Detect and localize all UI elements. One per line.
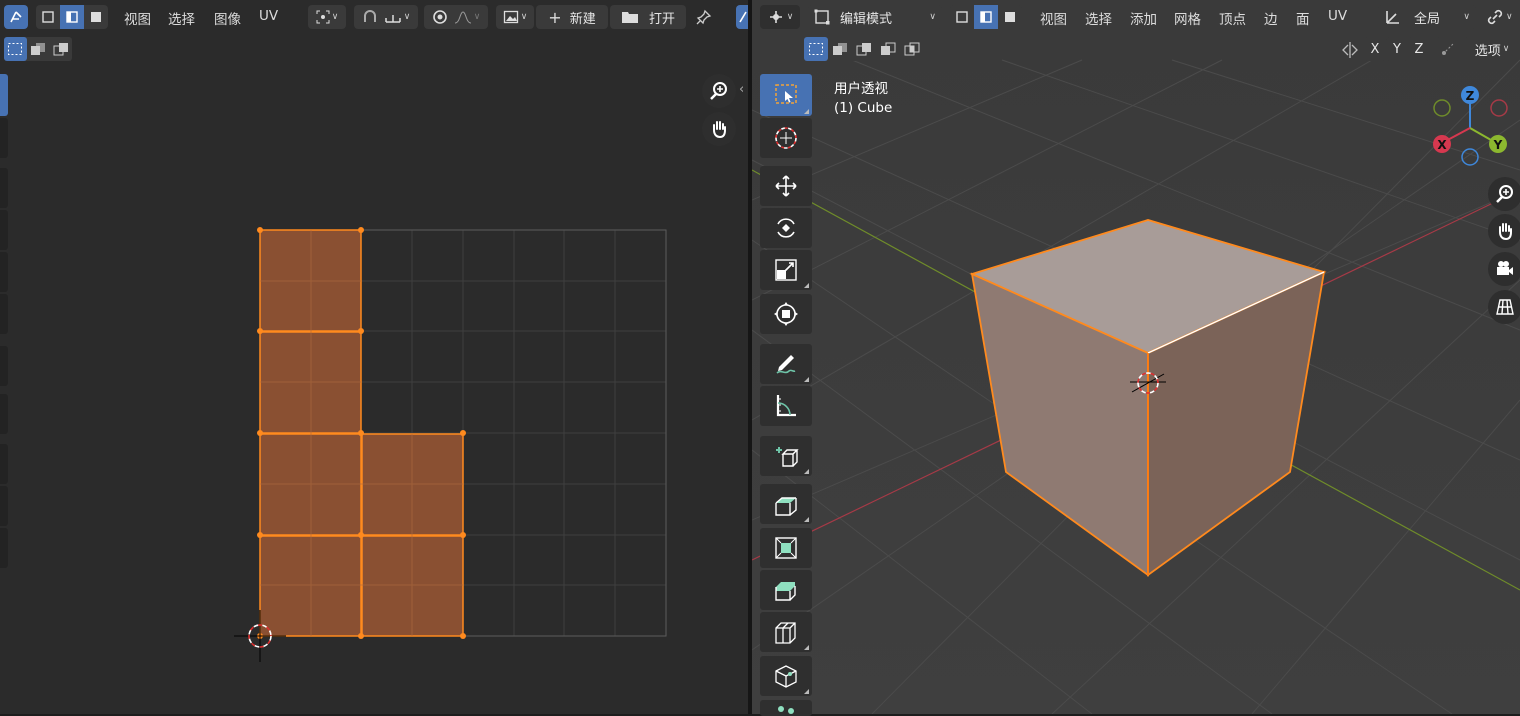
rotate-icon [777, 218, 795, 238]
grid-perspective-icon [1496, 299, 1514, 315]
mesh-select-mode-group [950, 5, 1022, 29]
mirror-icon[interactable] [1340, 40, 1360, 60]
select-extend-icon[interactable] [828, 37, 852, 61]
vp-pan-button[interactable] [1488, 214, 1520, 248]
mirror-x-label: X [1370, 41, 1380, 57]
vp-menu-vertex[interactable]: 顶点 [1219, 8, 1246, 28]
auto-merge-icon [1442, 43, 1454, 55]
tool-move[interactable] [760, 166, 812, 206]
annotate-icon [776, 355, 796, 374]
camera-icon [1497, 261, 1513, 275]
select-new-icon[interactable] [804, 37, 828, 61]
viewport-header: ∨ 编辑模式 ∨ 视图 选择 添加 网格 顶点 边 面 UV 全局 ∨ ∨ [752, 0, 1520, 34]
uv-pan-button[interactable] [702, 112, 736, 146]
mirror-z-label: Z [1414, 41, 1424, 57]
viewport-editor-type-icon [769, 11, 782, 23]
mirror-y-button[interactable]: Y [1386, 37, 1408, 61]
edge-mode-icon[interactable] [974, 5, 998, 29]
hand-pan-icon [1499, 223, 1512, 241]
cursor-tool-icon [775, 127, 797, 149]
tool-loop-cut[interactable] [760, 612, 812, 652]
loop-cut-icon [775, 622, 796, 644]
gizmo-z-label: Z [1466, 89, 1475, 103]
viewport-panel: ∨ 编辑模式 ∨ 视图 选择 添加 网格 顶点 边 面 UV 全局 ∨ ∨ X … [752, 0, 1520, 714]
select-box-icon [775, 84, 797, 104]
auto-merge-button[interactable] [1436, 37, 1460, 61]
transform-icon [774, 302, 798, 326]
tool-cursor[interactable] [760, 118, 812, 158]
gizmo-neg-x[interactable] [1490, 99, 1508, 117]
tool-rotate[interactable] [760, 208, 812, 248]
orientation-label: 全局 [1414, 11, 1441, 27]
hand-pan-icon [713, 121, 726, 139]
vp-perspective-button[interactable] [1488, 290, 1520, 324]
tool-scale[interactable] [760, 250, 812, 290]
vp-menu-mesh[interactable]: 网格 [1174, 8, 1201, 28]
vp-zoom-button[interactable] [1488, 177, 1520, 211]
transform-orientation-dropdown[interactable]: 全局 ∨ [1378, 5, 1476, 29]
uv-zoom-button[interactable] [702, 74, 736, 108]
vp-menu-select[interactable]: 选择 [1085, 8, 1112, 28]
move-icon [775, 175, 797, 197]
vp-menu-uv[interactable]: UV [1328, 8, 1347, 24]
mirror-y-label: Y [1393, 41, 1401, 57]
mode-label: 编辑模式 [840, 11, 893, 27]
object-name-label: (1) Cube [834, 100, 893, 116]
extrude-icon [775, 497, 797, 516]
gizmo-y-label: Y [1493, 138, 1503, 152]
vp-menu-face[interactable]: 面 [1296, 8, 1310, 28]
measure-icon [776, 395, 796, 417]
vp-menu-view[interactable]: 视图 [1040, 8, 1067, 28]
tool-bevel[interactable] [760, 570, 812, 610]
viewport-editor-type-button[interactable]: ∨ [760, 5, 800, 29]
options-dropdown[interactable]: 选项 ∨ [1464, 37, 1520, 61]
knife-icon [775, 665, 797, 688]
vertex-mode-icon[interactable] [950, 5, 974, 29]
face-mode-icon[interactable] [998, 5, 1022, 29]
tool-extrude-region[interactable] [760, 484, 812, 524]
vp-menu-edge[interactable]: 边 [1264, 8, 1278, 28]
zoom-icon [1496, 185, 1513, 203]
view-name-label: 用户透视 [834, 81, 888, 97]
sidebar-toggle-chevron-icon[interactable]: ‹ [739, 82, 744, 97]
zoom-icon [710, 82, 727, 100]
mirror-x-button[interactable]: X [1364, 37, 1386, 61]
tool-knife[interactable] [760, 656, 812, 696]
select-intersect-icon[interactable] [900, 37, 924, 61]
tool-measure[interactable] [760, 386, 812, 426]
orientation-icon [1386, 11, 1399, 24]
tool-select-box[interactable] [760, 74, 812, 116]
tool-add-cube[interactable] [760, 436, 812, 476]
scale-icon [775, 259, 797, 281]
poly-build-icon [778, 706, 794, 714]
tool-annotate[interactable] [760, 344, 812, 384]
vp-camera-button[interactable] [1488, 252, 1520, 286]
bevel-icon [775, 582, 796, 601]
tool-inset-faces[interactable] [760, 528, 812, 568]
snapping-dropdown[interactable]: ∨ [1486, 5, 1520, 29]
mode-dropdown[interactable]: 编辑模式 ∨ [808, 5, 942, 29]
inset-icon [775, 537, 797, 559]
uv-editor-panel: 视图 选择 图像 UV ∨ ∨ ∨ ∨ + 新建 打开 ‹ [0, 0, 748, 714]
uv-canvas[interactable] [0, 0, 748, 714]
vp-menu-add[interactable]: 添加 [1130, 8, 1157, 28]
vp-select-mode-group [804, 37, 924, 61]
navigation-gizmo[interactable]: Z Y X [1428, 80, 1520, 172]
tool-transform[interactable] [760, 294, 812, 334]
edit-mode-icon [814, 9, 830, 25]
link-icon [1487, 9, 1503, 25]
select-subtract-icon[interactable] [852, 37, 876, 61]
gizmo-neg-z[interactable] [1461, 148, 1479, 166]
options-label: 选项 [1474, 43, 1501, 59]
mirror-z-button[interactable]: Z [1408, 37, 1430, 61]
gizmo-x-label: X [1437, 138, 1447, 152]
select-invert-icon[interactable] [876, 37, 900, 61]
gizmo-neg-y[interactable] [1433, 99, 1451, 117]
add-cube-icon [776, 447, 799, 467]
